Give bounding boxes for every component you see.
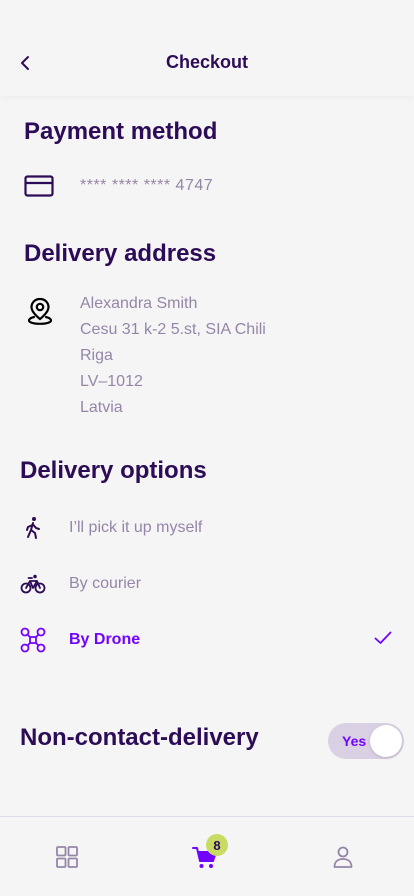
payment-method-heading: Payment method bbox=[24, 118, 218, 145]
card-number: **** **** **** 4747 bbox=[80, 177, 214, 194]
delivery-address-block[interactable]: Alexandra Smith Cesu 31 k-2 5.st, SIA Ch… bbox=[80, 292, 266, 422]
bicycle-icon bbox=[20, 571, 46, 597]
location-pin-icon bbox=[26, 296, 54, 326]
credit-card-icon bbox=[24, 172, 54, 200]
delivery-option-pickup[interactable]: I’ll pick it up myself bbox=[20, 511, 394, 545]
check-icon bbox=[374, 631, 392, 644]
address-line: Latvia bbox=[80, 399, 123, 416]
non-contact-delivery-label: Non-contact-delivery bbox=[20, 724, 259, 751]
delivery-option-courier[interactable]: By courier bbox=[20, 567, 394, 601]
delivery-address-heading: Delivery address bbox=[24, 240, 217, 267]
walking-person-icon bbox=[20, 515, 46, 541]
cart-badge: 8 bbox=[206, 834, 228, 856]
address-line: LV–1012 bbox=[80, 373, 143, 390]
address-line: Cesu 31 k-2 5.st, SIA Chili bbox=[80, 321, 266, 338]
address-line: Riga bbox=[80, 347, 113, 364]
tab-profile[interactable] bbox=[313, 817, 373, 896]
drone-icon bbox=[20, 627, 46, 653]
toggle-knob bbox=[370, 725, 402, 757]
delivery-option-drone[interactable]: By Drone bbox=[20, 623, 394, 657]
user-icon bbox=[333, 846, 353, 868]
delivery-option-label: I’ll pick it up myself bbox=[69, 519, 203, 536]
delivery-options-heading: Delivery options bbox=[20, 457, 207, 484]
grid-icon bbox=[56, 846, 78, 868]
bottom-tab-bar: 8 bbox=[0, 816, 414, 896]
header-bar: Checkout bbox=[0, 0, 414, 96]
tab-catalog[interactable] bbox=[37, 817, 97, 896]
page-title: Checkout bbox=[165, 52, 248, 72]
address-line: Alexandra Smith bbox=[80, 295, 198, 312]
delivery-option-label: By courier bbox=[69, 575, 142, 592]
non-contact-delivery-toggle[interactable]: Yes bbox=[328, 723, 404, 759]
toggle-label: Yes bbox=[342, 733, 367, 749]
tab-cart[interactable]: 8 bbox=[176, 817, 236, 896]
delivery-option-label: By Drone bbox=[69, 631, 141, 648]
payment-method-row[interactable]: **** **** **** 4747 bbox=[24, 172, 394, 200]
